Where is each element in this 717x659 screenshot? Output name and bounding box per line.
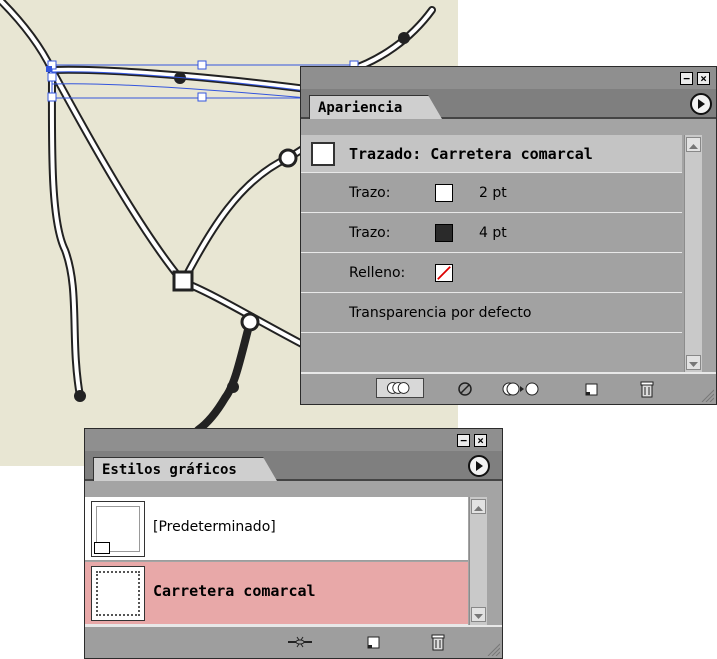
minimize-button[interactable]: − — [457, 434, 470, 447]
stroke-row-1[interactable]: Trazo: 2 pt — [301, 174, 682, 213]
resize-grip-icon[interactable] — [484, 640, 500, 656]
transparency-row[interactable]: Transparencia por defecto — [301, 294, 682, 333]
white-stroke-swatch[interactable] — [435, 184, 453, 202]
break-link-icon[interactable] — [285, 633, 315, 651]
town-circle — [240, 312, 260, 332]
panel-titlebar[interactable]: − × — [85, 429, 502, 452]
scroll-down-arrow[interactable] — [471, 607, 486, 622]
transparency-label: Transparencia por defecto — [349, 305, 532, 321]
panel-menu-button[interactable] — [468, 455, 490, 477]
no-fill-swatch-icon[interactable] — [435, 264, 453, 282]
style-label: Carretera comarcal — [153, 582, 316, 600]
town-dot — [398, 32, 410, 44]
stroke-label: Trazo: — [349, 225, 391, 241]
style-item-predeterminado[interactable]: [Predeterminado] — [85, 497, 468, 561]
reduce-to-basic-icon[interactable] — [501, 380, 541, 398]
delete-item-icon[interactable] — [638, 379, 656, 399]
style-item-carretera-comarcal[interactable]: Carretera comarcal — [85, 562, 468, 625]
appearance-header[interactable]: Trazado: Carretera comarcal — [301, 135, 682, 173]
close-button[interactable]: × — [697, 72, 710, 85]
stroke-weight: 2 pt — [479, 185, 507, 201]
black-stroke-swatch[interactable] — [435, 224, 453, 242]
appearance-toolbar — [301, 372, 716, 404]
appearance-scrollbar[interactable] — [684, 135, 702, 373]
new-art-basic-appearance-icon[interactable] — [376, 378, 424, 398]
stroke-weight: 4 pt — [479, 225, 507, 241]
panel-tab-row: Apariencia — [301, 89, 716, 119]
fill-row[interactable]: Relleno: — [301, 254, 682, 293]
graphic-styles-panel: − × Estilos gráficos [Predeterminado] Ca… — [84, 428, 503, 659]
stroke-row-2[interactable]: Trazo: 4 pt — [301, 214, 682, 253]
tab-estilos-graficos[interactable]: Estilos gráficos — [93, 457, 277, 481]
clear-appearance-icon[interactable] — [456, 380, 474, 398]
styles-scrollbar[interactable] — [469, 497, 487, 625]
style-list: [Predeterminado] Carretera comarcal — [85, 497, 468, 625]
scroll-up-arrow[interactable] — [471, 499, 486, 514]
town-dot — [227, 381, 239, 393]
panel-titlebar[interactable]: − × — [301, 67, 716, 90]
style-label: [Predeterminado] — [153, 519, 276, 535]
delete-style-icon[interactable] — [429, 632, 447, 652]
scroll-up-arrow[interactable] — [686, 137, 701, 152]
path-thumbnail-icon — [311, 142, 335, 166]
junction-square — [172, 270, 194, 292]
duplicate-item-icon[interactable] — [583, 380, 601, 398]
anchor-point[interactable] — [46, 66, 52, 72]
stroke-label: Trazo: — [349, 185, 391, 201]
town-dot — [74, 390, 86, 402]
scroll-down-arrow[interactable] — [686, 355, 701, 370]
tab-apariencia[interactable]: Apariencia — [309, 95, 443, 119]
panel-menu-button[interactable] — [690, 93, 712, 115]
town-circle — [278, 148, 298, 168]
styles-toolbar — [85, 625, 502, 658]
panel-tab-row: Estilos gráficos — [85, 451, 502, 481]
minimize-button[interactable]: − — [680, 72, 693, 85]
resize-grip-icon[interactable] — [698, 386, 714, 402]
default-style-thumbnail-icon — [91, 501, 145, 557]
appearance-panel: − × Apariencia Trazado: Carretera comarc… — [300, 66, 717, 405]
appearance-header-label: Trazado: Carretera comarcal — [349, 145, 593, 163]
close-button[interactable]: × — [474, 434, 487, 447]
new-style-icon[interactable] — [365, 633, 383, 651]
road-style-thumbnail-icon — [91, 566, 145, 621]
fill-label: Relleno: — [349, 265, 406, 281]
